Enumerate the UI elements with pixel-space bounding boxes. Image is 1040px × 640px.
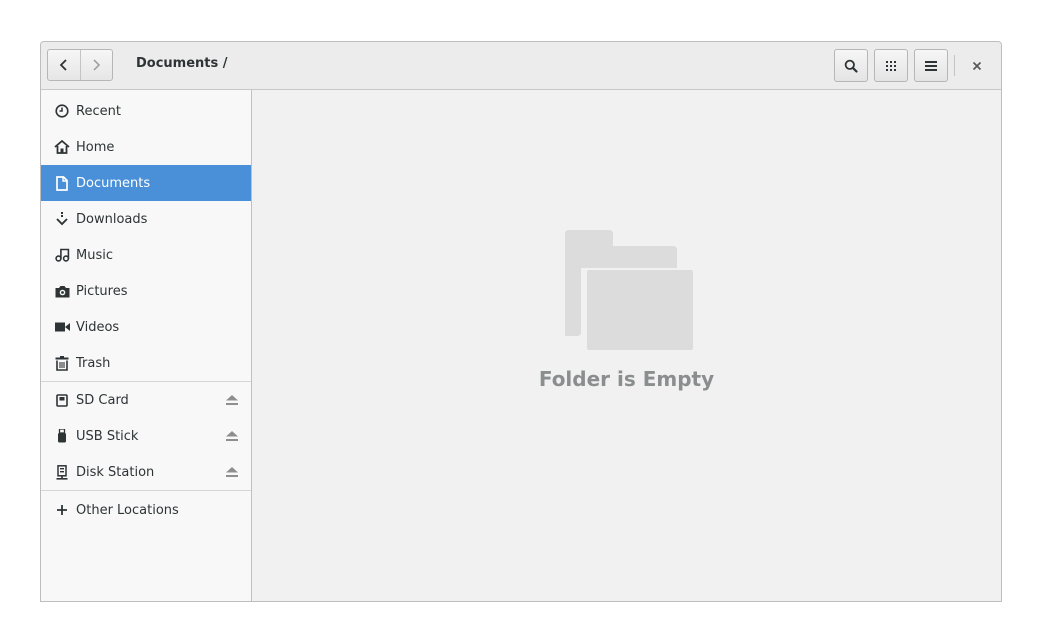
sidebar-item-recent[interactable]: Recent: [41, 93, 251, 129]
sidebar-item-label: Downloads: [76, 211, 148, 227]
back-button[interactable]: [48, 50, 80, 80]
sidebar-item-label: Pictures: [76, 283, 128, 299]
file-view[interactable]: Folder is Empty: [252, 90, 1001, 601]
eject-icon[interactable]: [225, 393, 239, 407]
video-icon: [54, 319, 70, 335]
close-icon: [972, 61, 982, 71]
navigation-buttons: [47, 49, 113, 81]
empty-folder-message: Folder is Empty: [538, 367, 715, 391]
usb-stick-icon: [54, 428, 70, 444]
grid-view-icon: [886, 60, 896, 71]
view-toggle-button[interactable]: [874, 49, 908, 82]
home-icon: [54, 139, 70, 155]
sidebar-item-sd-card[interactable]: SD Card: [41, 382, 251, 418]
sidebar-item-downloads[interactable]: Downloads: [41, 201, 251, 237]
eject-icon[interactable]: [225, 465, 239, 479]
sidebar-item-music[interactable]: Music: [41, 237, 251, 273]
clock-icon: [54, 103, 70, 119]
search-button[interactable]: [834, 49, 868, 82]
chevron-right-icon: [93, 59, 101, 71]
sidebar-item-label: Videos: [76, 319, 120, 335]
sd-card-icon: [54, 392, 70, 408]
plus-icon: [54, 502, 70, 518]
sidebar-item-label: Music: [76, 247, 113, 263]
network-server-icon: [54, 464, 70, 480]
sidebar-item-label: Documents: [76, 175, 151, 191]
sidebar-item-label: Disk Station: [76, 464, 155, 480]
sidebar-item-label: Other Locations: [76, 502, 179, 518]
menu-button[interactable]: [914, 49, 948, 82]
sidebar-item-label: USB Stick: [76, 428, 139, 444]
file-manager-window: Documents / Recent Home Documents Downlo…: [40, 41, 1002, 602]
header-bar: Documents /: [41, 42, 1001, 90]
sidebar-item-disk-station[interactable]: Disk Station: [41, 454, 251, 490]
eject-icon[interactable]: [225, 429, 239, 443]
sidebar-item-label: Home: [76, 139, 115, 155]
document-icon: [54, 175, 70, 191]
forward-button[interactable]: [79, 50, 113, 80]
path-breadcrumb[interactable]: Documents /: [136, 56, 228, 71]
hamburger-menu-icon: [925, 60, 937, 71]
sidebar-item-trash[interactable]: Trash: [41, 345, 251, 381]
sidebar-item-label: Recent: [76, 103, 121, 119]
sidebar-item-videos[interactable]: Videos: [41, 309, 251, 345]
sidebar-item-documents[interactable]: Documents: [41, 165, 251, 201]
sidebar-item-other-locations[interactable]: Other Locations: [41, 492, 251, 528]
sidebar-item-label: Trash: [76, 355, 111, 371]
folder-icon: [565, 230, 693, 350]
chevron-left-icon: [59, 59, 67, 71]
sidebar-separator: [41, 490, 251, 491]
music-icon: [54, 247, 70, 263]
sidebar-item-pictures[interactable]: Pictures: [41, 273, 251, 309]
sidebar-item-usb-stick[interactable]: USB Stick: [41, 418, 251, 454]
sidebar-item-label: SD Card: [76, 392, 129, 408]
download-icon: [54, 211, 70, 227]
close-button[interactable]: [966, 55, 988, 77]
header-separator: [954, 55, 955, 76]
sidebar: Recent Home Documents Downloads Music Pi…: [41, 90, 252, 601]
trash-icon: [54, 355, 70, 371]
camera-icon: [54, 283, 70, 299]
sidebar-item-home[interactable]: Home: [41, 129, 251, 165]
search-icon: [844, 59, 858, 73]
